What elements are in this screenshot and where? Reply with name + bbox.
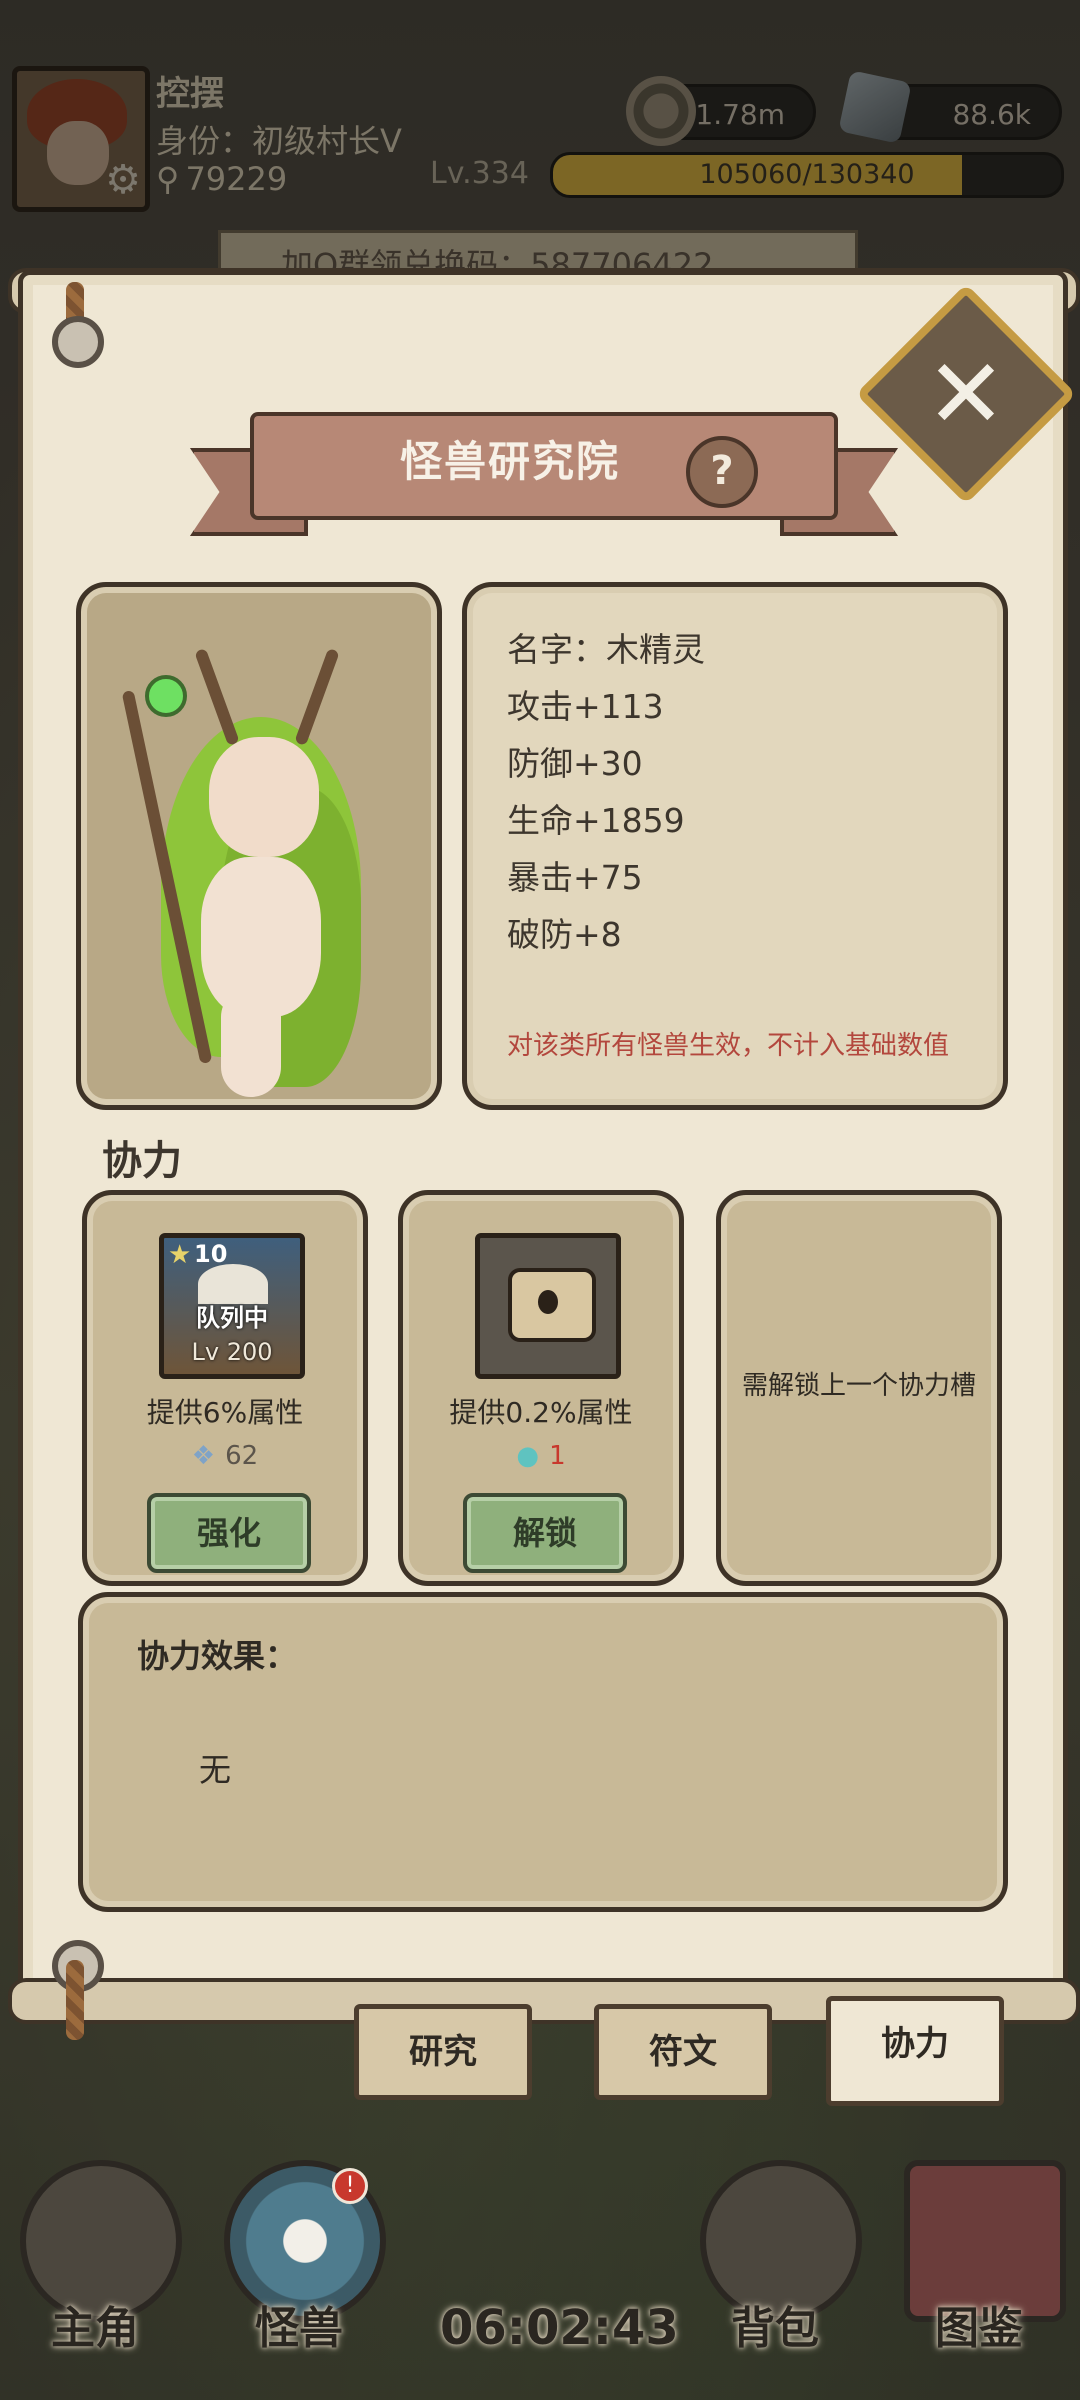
- star-icon: ★: [168, 1240, 192, 1270]
- staff-gem-icon: [145, 675, 187, 717]
- antler-left: [194, 647, 240, 747]
- tab-research[interactable]: 研究: [354, 2004, 532, 2100]
- antler-right: [294, 647, 340, 747]
- notification-badge: !: [332, 2168, 368, 2204]
- nav-hero[interactable]: 主角: [10, 2160, 182, 2360]
- nav-monster[interactable]: ! 怪兽: [214, 2160, 386, 2360]
- monster-leg: [221, 987, 281, 1097]
- slot-desc: 提供0.2%属性: [449, 1396, 633, 1429]
- card-level: Lv 200: [191, 1338, 273, 1366]
- cooperation-effect-panel: 协力效果： 无: [78, 1592, 1008, 1912]
- cost-value: 1: [549, 1441, 566, 1471]
- nav-label: 背包: [731, 2303, 819, 2354]
- nav-label: 主角: [51, 2303, 139, 2354]
- crystal-icon: ❖: [191, 1441, 216, 1471]
- stat-attack: 攻击+113: [507, 687, 664, 726]
- locked-card[interactable]: [475, 1233, 621, 1379]
- tab-rune[interactable]: 符文: [594, 2004, 772, 2100]
- rope-bottom: [66, 1960, 84, 2040]
- tab-cooperation[interactable]: 协力: [826, 1996, 1004, 2106]
- stat-note: 对该类所有怪兽生效，不计入基础数值: [507, 1031, 950, 1061]
- nav-bag[interactable]: 背包: [690, 2160, 862, 2360]
- stat-defense: 防御+30: [507, 744, 643, 783]
- effect-title: 协力效果：: [137, 1637, 298, 1675]
- cost-value: 62: [225, 1441, 259, 1471]
- stat-pierce: 破防+8: [507, 915, 622, 954]
- close-icon[interactable]: ✕: [888, 316, 1044, 472]
- help-button[interactable]: ?: [686, 436, 758, 508]
- keyhole: [538, 1290, 558, 1314]
- stat-crit: 暴击+75: [507, 858, 643, 897]
- cooperation-slot-1: ★ 10 队列中 Lv 200 提供6%属性 ❖ 62 强化: [82, 1190, 368, 1586]
- stat-name: 名字：木精灵: [507, 630, 705, 669]
- nav-label: 怪兽: [255, 2303, 343, 2354]
- effect-value: 无: [199, 1751, 232, 1789]
- monster-face: [209, 737, 319, 857]
- slot-cost: ● 1: [403, 1441, 679, 1471]
- cooperation-slot-2: 提供0.2%属性 ● 1 解锁: [398, 1190, 684, 1586]
- upgrade-button[interactable]: 强化: [147, 1493, 311, 1573]
- ring-top-icon: [52, 316, 104, 368]
- slot-cost: ❖ 62: [87, 1441, 363, 1471]
- queue-badge: 队列中: [196, 1304, 268, 1332]
- slot-desc: 提供6%属性: [146, 1396, 304, 1429]
- monster-card[interactable]: ★ 10 队列中 Lv 200: [159, 1233, 305, 1379]
- nav-codex[interactable]: 图鉴: [894, 2160, 1066, 2360]
- slot-locked-hint: 需解锁上一个协力槽: [741, 1371, 976, 1401]
- monster-stats-panel: 名字：木精灵 攻击+113 防御+30 生命+1859 暴击+75 破防+8 对…: [462, 582, 1008, 1110]
- cooperation-title: 协力: [102, 1138, 182, 1184]
- stat-life: 生命+1859: [507, 801, 685, 840]
- countdown-timer: 06:02:43: [440, 2300, 679, 2356]
- nav-label: 图鉴: [935, 2303, 1023, 2354]
- unlock-button[interactable]: 解锁: [463, 1493, 627, 1573]
- monster-portrait-panel: [76, 582, 442, 1110]
- cooperation-slot-3: 需解锁上一个协力槽: [716, 1190, 1002, 1586]
- spirit-icon: ●: [516, 1441, 540, 1471]
